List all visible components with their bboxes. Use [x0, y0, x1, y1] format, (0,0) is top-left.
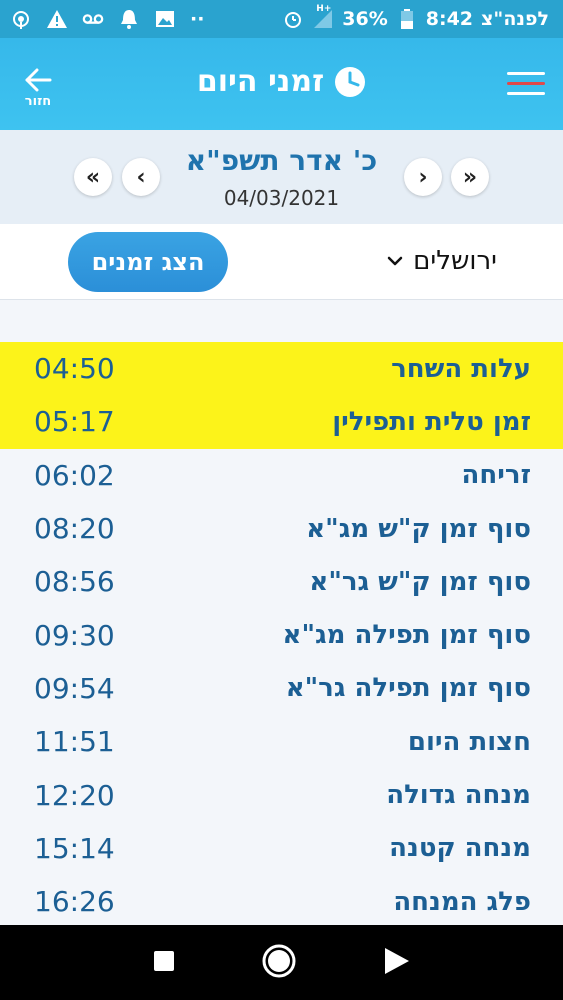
- time-name: זריחה: [461, 460, 531, 491]
- menu-button[interactable]: [507, 72, 545, 98]
- time-value: 11:51: [34, 725, 115, 759]
- menu-line: [507, 82, 545, 85]
- time-value: 08:20: [34, 512, 115, 546]
- circle-icon: [262, 944, 296, 977]
- time-row: 04:50 עלות השחר: [0, 342, 563, 396]
- time-name: סוף זמן תפילה מג"א: [282, 620, 531, 651]
- chevron-down-icon: [387, 256, 403, 266]
- status-time: 8:42: [425, 8, 474, 30]
- city-select[interactable]: ירושלים: [387, 246, 497, 276]
- hebrew-date: כ' אדר תשפ"א: [185, 144, 378, 177]
- time-value: 09:30: [34, 618, 115, 652]
- status-dots: ··: [190, 8, 205, 30]
- notification-bell-icon: [118, 8, 140, 30]
- clock-icon: [335, 66, 366, 97]
- signal-icon: H+: [312, 4, 334, 30]
- time-value: 12:20: [34, 778, 115, 812]
- time-row: 09:54 סוף זמן תפילה גר"א: [0, 662, 563, 715]
- app-header: חזור זמני היום: [0, 38, 563, 130]
- status-carrier: לפנה"צ: [481, 8, 549, 30]
- menu-line: [507, 72, 545, 75]
- time-name: עלות השחר: [391, 353, 531, 384]
- back-nav-button[interactable]: [384, 947, 410, 979]
- time-row: 15:14 מנחה קטנה: [0, 822, 563, 875]
- time-value: 08:56: [34, 565, 115, 599]
- time-row: 08:20 סוף זמן ק"ש מג"א: [0, 502, 563, 555]
- time-name: מנחה גדולה: [386, 780, 531, 811]
- menu-line: [507, 92, 545, 95]
- time-row: 09:30 סוף זמן תפילה מג"א: [0, 608, 563, 661]
- time-name: סוף זמן תפילה גר"א: [285, 673, 531, 704]
- times-list: 04:50 עלות השחר 05:17 זמן טלית ותפילין 06:02…: [0, 342, 563, 928]
- status-bar: ·· H+ 36% 8:42 לפנה"צ: [0, 0, 563, 38]
- show-times-button[interactable]: הצג זמנים: [68, 232, 228, 292]
- page-title-text: זמני היום: [196, 64, 325, 99]
- hotspot-icon: [10, 8, 32, 30]
- time-row: 06:02 זריחה: [0, 449, 563, 502]
- time-name: סוף זמן ק"ש מג"א: [306, 513, 531, 544]
- gregorian-date: 04/03/2021: [223, 186, 340, 210]
- status-left: H+ 36% 8:42 לפנה"צ: [282, 4, 549, 30]
- triangle-icon: [384, 947, 409, 974]
- time-value: 05:17: [34, 405, 115, 439]
- time-value: 09:54: [34, 671, 115, 705]
- time-row: 16:26 פלג המנחה: [0, 875, 563, 928]
- time-row: 12:20 מנחה גדולה: [0, 768, 563, 821]
- network-type: H+: [316, 4, 332, 14]
- status-icons: ··: [10, 8, 204, 30]
- square-icon: [154, 950, 175, 971]
- time-name: זמן טלית ותפילין: [332, 406, 531, 437]
- time-name: פלג המנחה: [393, 886, 531, 917]
- page-title: זמני היום: [0, 64, 563, 99]
- home-button[interactable]: [261, 943, 297, 983]
- time-value: 15:14: [34, 831, 115, 865]
- voicemail-icon: [82, 8, 104, 30]
- time-value: 06:02: [34, 458, 115, 492]
- warning-icon: [46, 8, 68, 30]
- time-name: חצות היום: [407, 726, 531, 757]
- time-row: 08:56 סוף זמן ק"ש גר"א: [0, 555, 563, 608]
- system-navigation-bar: [0, 925, 563, 1000]
- time-value: 16:26: [34, 885, 115, 919]
- alarm-icon: [282, 8, 304, 30]
- city-label: ירושלים: [413, 246, 497, 276]
- time-row: 05:17 זמן טלית ותפילין: [0, 395, 563, 449]
- time-value: 04:50: [34, 352, 115, 386]
- time-name: סוף זמן ק"ש גר"א: [309, 566, 531, 597]
- gallery-icon: [154, 8, 176, 30]
- battery-icon: [396, 8, 418, 30]
- recents-button[interactable]: [153, 950, 175, 976]
- time-row: 11:51 חצות היום: [0, 715, 563, 768]
- controls-row: הצג זמנים ירושלים: [0, 224, 563, 300]
- time-name: מנחה קטנה: [389, 833, 531, 864]
- date-navigation: « ‹ › » כ' אדר תשפ"א 04/03/2021: [0, 130, 563, 224]
- battery-percent: 36%: [342, 8, 388, 30]
